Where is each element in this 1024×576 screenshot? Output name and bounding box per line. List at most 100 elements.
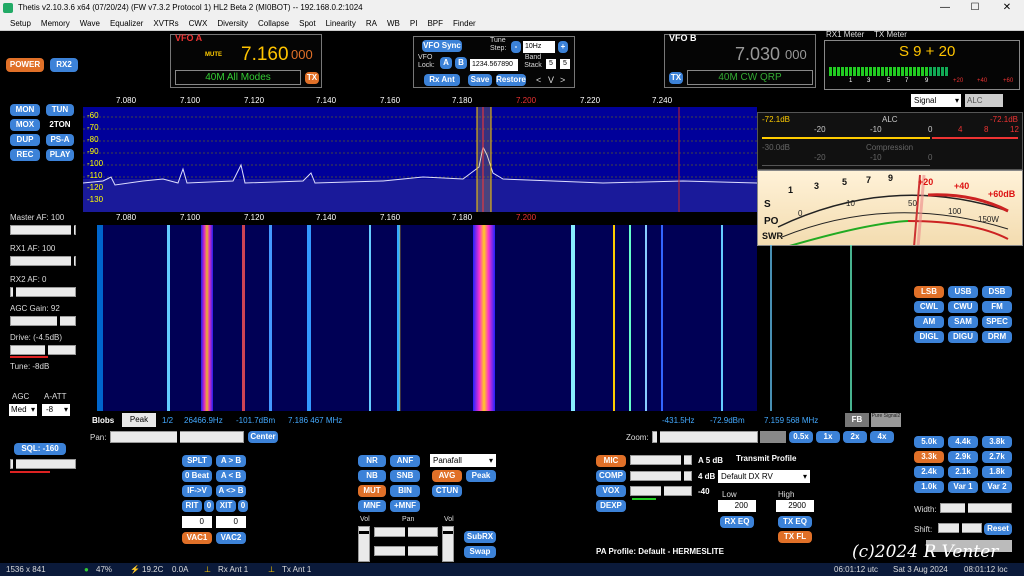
mode-lsb-button[interactable]: LSB (914, 286, 944, 298)
mode-usb-button[interactable]: USB (948, 286, 978, 298)
nb-button[interactable]: NB (358, 470, 386, 482)
save-button[interactable]: Save (468, 74, 492, 86)
vfo-lock-b-button[interactable]: B (455, 57, 467, 69)
pan-slider[interactable] (110, 431, 244, 443)
comp-slider[interactable] (630, 471, 692, 481)
mode-am-button[interactable]: AM (914, 316, 944, 328)
tx-fl-button[interactable]: TX FL (778, 531, 812, 543)
filter-1-8k-button[interactable]: 1.8k (982, 466, 1012, 478)
agc-gain-slider[interactable] (10, 316, 76, 326)
mic-button[interactable]: MIC (596, 455, 626, 467)
mode-cwl-button[interactable]: CWL (914, 301, 944, 313)
display-mode-select[interactable]: Panafall ▾ (430, 454, 496, 467)
vfo-lock-frequency-input[interactable]: 1234.567890 (470, 59, 518, 71)
mode-cwu-button[interactable]: CWU (948, 301, 978, 313)
psa-button[interactable]: PS-A (46, 134, 74, 146)
peak-button[interactable]: Peak (122, 413, 156, 427)
filter-2-1k-button[interactable]: 2.1k (948, 466, 978, 478)
filter-3-8k-button[interactable]: 3.8k (982, 436, 1012, 448)
vox-button[interactable]: VOX (596, 485, 626, 497)
sql-slider[interactable] (10, 459, 76, 469)
minimize-button[interactable]: — (930, 0, 960, 16)
menu-item-memory[interactable]: Memory (36, 19, 75, 28)
agc-select[interactable]: Med ▾ (9, 404, 37, 416)
rx2-vol-slider[interactable] (442, 526, 454, 562)
a-swap-b-button[interactable]: A <> B (216, 485, 246, 497)
filter-2-7k-button[interactable]: 2.7k (982, 451, 1012, 463)
width-slider[interactable] (940, 503, 1012, 513)
tune-step-select[interactable]: 10Hz (523, 41, 555, 53)
mode-fm-button[interactable]: FM (982, 301, 1012, 313)
split-button[interactable]: SPLT (182, 455, 212, 467)
a-to-b-button[interactable]: A > B (216, 455, 246, 467)
menu-item-wb[interactable]: WB (382, 19, 405, 28)
filter-4-4k-button[interactable]: 4.4k (948, 436, 978, 448)
band-stack-select[interactable]: V (548, 75, 554, 85)
fb-button[interactable]: FB (845, 413, 869, 427)
zoom-1x-button[interactable]: 1x (816, 431, 840, 443)
rx2-pan-slider[interactable] (374, 546, 438, 556)
center-button[interactable]: Center (248, 431, 278, 443)
menu-item-wave[interactable]: Wave (75, 19, 105, 28)
xit-value-input[interactable]: 0 (216, 516, 246, 528)
vfo-b-frequency[interactable]: 7.030 (735, 44, 780, 65)
rx1-vol-slider[interactable] (358, 526, 370, 562)
vac1-button[interactable]: VAC1 (182, 532, 212, 544)
ctun-button[interactable]: CTUN (432, 485, 462, 497)
mode-spec-button[interactable]: SPEC (982, 316, 1012, 328)
menu-item-xvtrs[interactable]: XVTRs (148, 19, 183, 28)
comp-button[interactable]: COMP (596, 470, 626, 482)
aatt-select[interactable]: -8 ▾ (42, 404, 70, 416)
mut-button[interactable]: MUT (358, 485, 386, 497)
filter-2-4k-button[interactable]: 2.4k (914, 466, 944, 478)
mode-sam-button[interactable]: SAM (948, 316, 978, 328)
rx-eq-button[interactable]: RX EQ (720, 516, 754, 528)
filter-1-0k-button[interactable]: 1.0k (914, 481, 944, 493)
vfo-a-tx-button[interactable]: TX (305, 72, 319, 84)
rx1-af-slider[interactable] (10, 256, 76, 266)
shift-slider[interactable] (938, 523, 982, 533)
menu-item-pi[interactable]: PI (405, 19, 423, 28)
rx2-button[interactable]: RX2 (50, 58, 78, 72)
rit-value-input[interactable]: 0 (182, 516, 212, 528)
tx-meter-select[interactable]: ALC Group (965, 94, 1003, 107)
vfo-sync-button[interactable]: VFO Sync (422, 40, 462, 52)
peak-display-button[interactable]: Peak (466, 470, 496, 482)
power-button[interactable]: POWER (6, 58, 44, 72)
plus-mnf-button[interactable]: +MNF (390, 500, 420, 512)
zero-beat-button[interactable]: 0 Beat (182, 470, 212, 482)
waterfall-display[interactable] (97, 225, 757, 411)
filter-var-1-button[interactable]: Var 1 (948, 481, 978, 493)
menu-item-finder[interactable]: Finder (448, 19, 481, 28)
mox-button[interactable]: MOX (10, 119, 40, 131)
restore-button[interactable]: Restore (496, 74, 526, 86)
menu-item-diversity[interactable]: Diversity (212, 19, 253, 28)
subrx-button[interactable]: SubRX (464, 531, 496, 543)
play-button[interactable]: PLAY (46, 149, 74, 161)
filter-3-3k-button[interactable]: 3.3k (914, 451, 944, 463)
menu-item-linearity[interactable]: Linearity (321, 19, 361, 28)
mode-digl-button[interactable]: DIGL (914, 331, 944, 343)
b-to-a-button[interactable]: A < B (216, 470, 246, 482)
tune-step-up[interactable]: + (558, 41, 568, 53)
dexp-button[interactable]: DEXP (596, 500, 626, 512)
menu-item-bpf[interactable]: BPF (422, 19, 448, 28)
tune-step-down[interactable]: - (511, 41, 521, 53)
anf-button[interactable]: ANF (390, 455, 420, 467)
rx-meter-select[interactable]: Signal ▾ (911, 94, 961, 107)
rit-zero-button[interactable]: 0 (204, 500, 214, 512)
vox-slider[interactable] (630, 486, 692, 496)
filter-var-2-button[interactable]: Var 2 (982, 481, 1012, 493)
panadapter-display[interactable]: -60 -70 -80 -90 -100 -110 -120 -130 (83, 107, 757, 212)
vfo-a-frequency-sub[interactable]: 000 (291, 47, 313, 62)
rx1-pan-slider[interactable] (374, 527, 438, 537)
zoom-slider[interactable] (652, 431, 758, 443)
mode-digu-button[interactable]: DIGU (948, 331, 978, 343)
drive-slider[interactable] (10, 345, 76, 355)
rx-ant-button[interactable]: Rx Ant (424, 74, 460, 86)
snb-button[interactable]: SNB (390, 470, 420, 482)
rec-button[interactable]: REC (10, 149, 40, 161)
band-stack-prev[interactable]: < (536, 75, 541, 85)
master-af-slider[interactable] (10, 225, 76, 235)
vfo-b-tx-button[interactable]: TX (669, 72, 683, 84)
